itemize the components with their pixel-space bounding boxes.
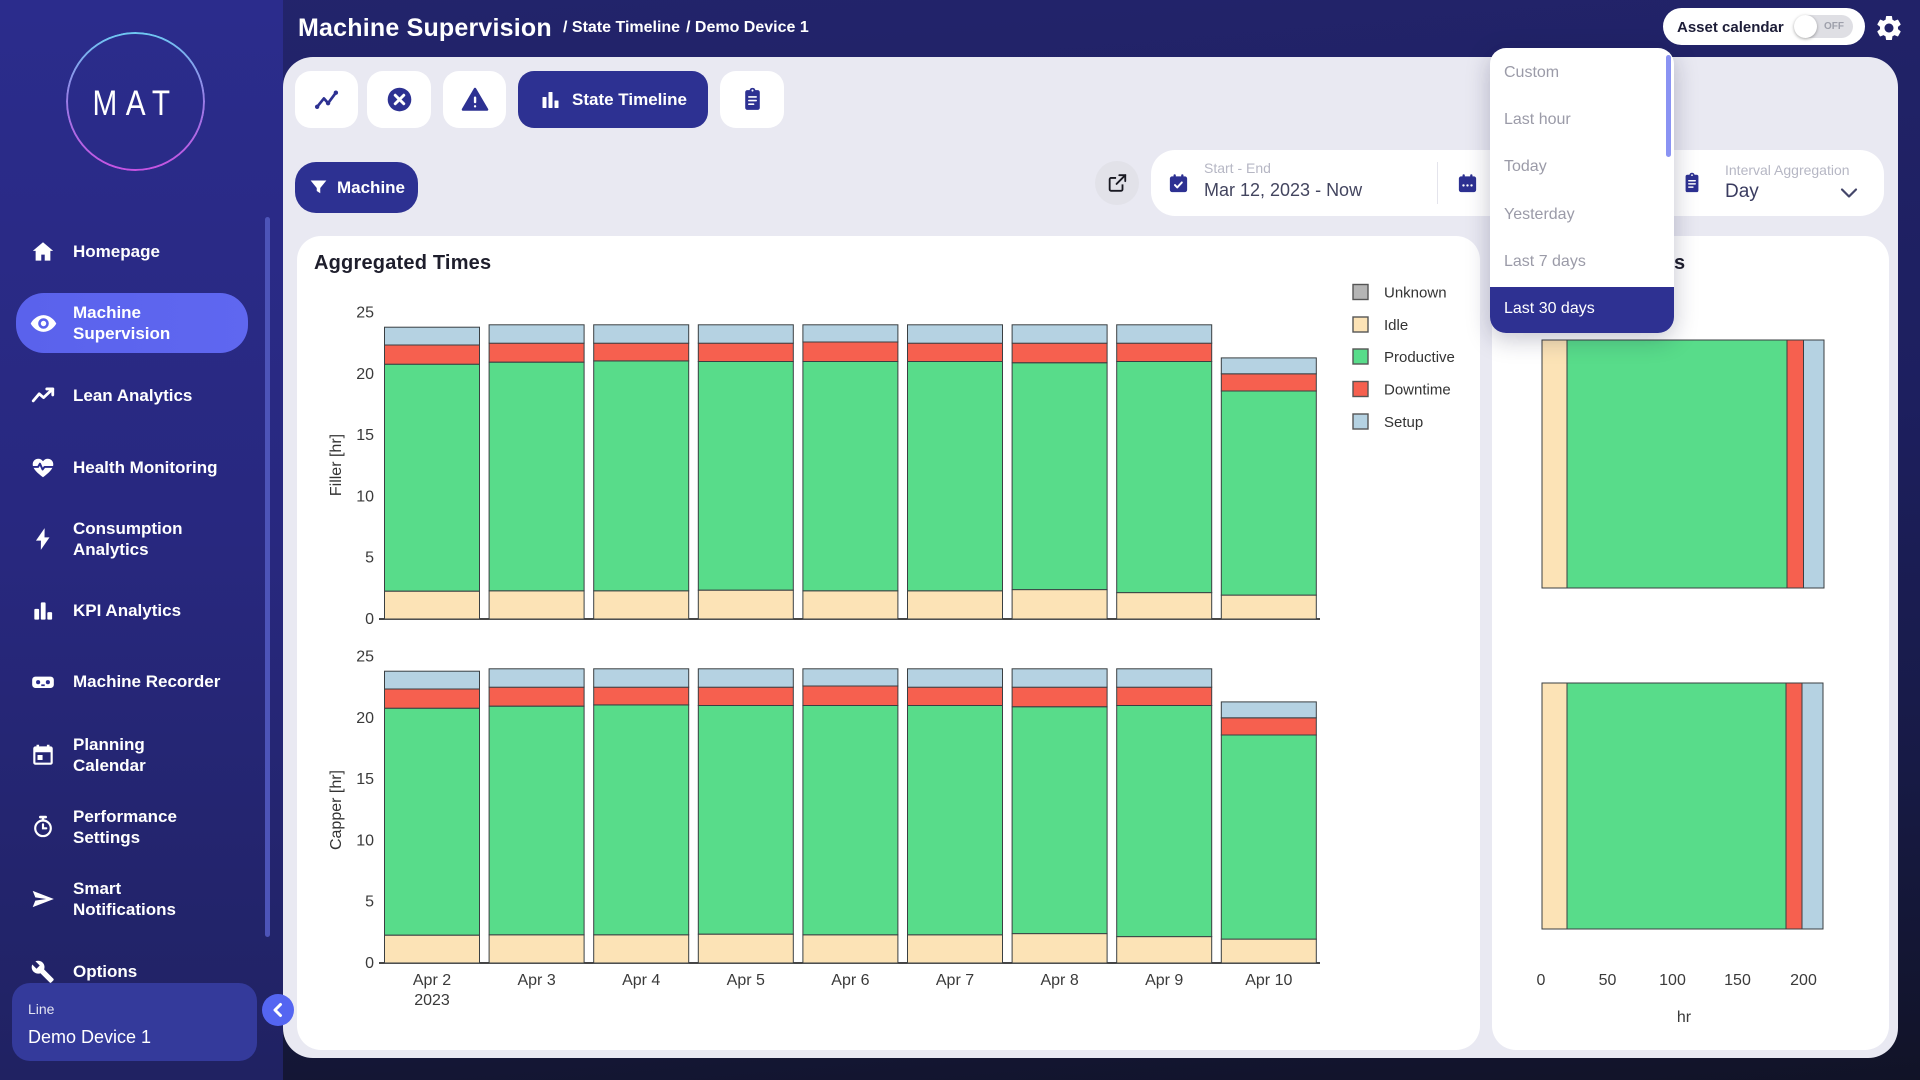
svg-text:hr: hr xyxy=(1677,1009,1692,1026)
svg-text:Apr 6: Apr 6 xyxy=(831,972,869,989)
svg-text:Apr 7: Apr 7 xyxy=(936,972,974,989)
svg-text:Apr 4: Apr 4 xyxy=(622,972,660,989)
svg-text:15: 15 xyxy=(356,771,374,788)
svg-text:150: 150 xyxy=(1724,972,1751,989)
svg-text:10: 10 xyxy=(356,832,374,849)
svg-text:50: 50 xyxy=(1599,972,1617,989)
svg-text:Setup: Setup xyxy=(1384,414,1423,431)
svg-text:0: 0 xyxy=(1537,972,1546,989)
svg-text:Filler [hr]: Filler [hr] xyxy=(328,434,345,496)
svg-text:2023: 2023 xyxy=(414,992,450,1009)
svg-text:Apr 3: Apr 3 xyxy=(517,972,555,989)
svg-text:Apr 5: Apr 5 xyxy=(727,972,765,989)
svg-text:25: 25 xyxy=(356,305,374,322)
svg-text:Capper [hr]: Capper [hr] xyxy=(328,770,345,850)
svg-text:Apr 9: Apr 9 xyxy=(1145,972,1183,989)
svg-text:25: 25 xyxy=(356,649,374,666)
svg-text:0: 0 xyxy=(365,611,374,628)
svg-text:200: 200 xyxy=(1790,972,1817,989)
svg-text:Apr 2: Apr 2 xyxy=(413,972,451,989)
svg-text:Unknown: Unknown xyxy=(1384,285,1447,302)
svg-text:Idle: Idle xyxy=(1384,317,1408,334)
svg-text:5: 5 xyxy=(365,550,374,567)
svg-text:Apr 8: Apr 8 xyxy=(1040,972,1078,989)
svg-text:5: 5 xyxy=(365,894,374,911)
svg-text:10: 10 xyxy=(356,488,374,505)
svg-text:Productive: Productive xyxy=(1384,349,1455,366)
svg-text:20: 20 xyxy=(356,366,374,383)
svg-text:Downtime: Downtime xyxy=(1384,382,1451,399)
svg-text:100: 100 xyxy=(1659,972,1686,989)
svg-text:15: 15 xyxy=(356,427,374,444)
svg-text:Apr 10: Apr 10 xyxy=(1245,972,1292,989)
svg-text:20: 20 xyxy=(356,710,374,727)
svg-text:0: 0 xyxy=(365,955,374,972)
